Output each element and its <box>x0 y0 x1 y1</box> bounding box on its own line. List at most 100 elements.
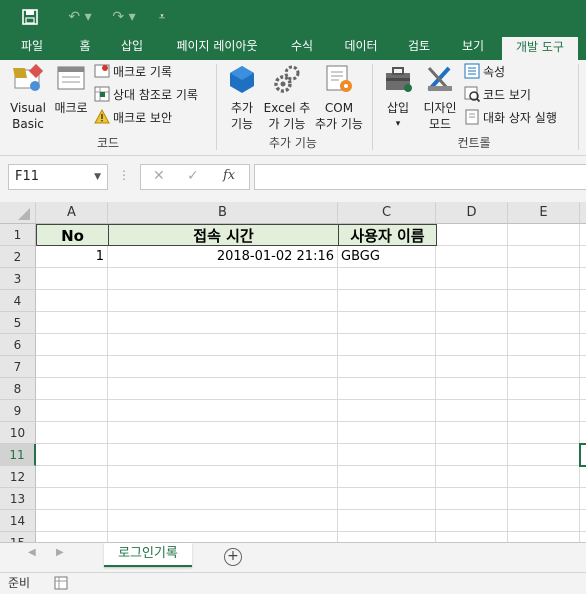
grid-cell[interactable] <box>436 422 508 444</box>
grid-cell[interactable] <box>508 224 580 246</box>
grid-cell[interactable] <box>580 400 586 422</box>
grid-cell[interactable] <box>508 356 580 378</box>
grid-cell[interactable] <box>108 444 338 466</box>
grid-cell[interactable] <box>338 422 436 444</box>
design-mode-button[interactable]: 디자인 모드 <box>420 64 460 134</box>
row-header-14[interactable]: 14 <box>0 510 36 532</box>
selected-cell-f11[interactable] <box>579 443 586 467</box>
cell-a2[interactable]: 1 <box>36 246 108 268</box>
grid-cell[interactable] <box>338 290 436 312</box>
cell-b1[interactable]: 접속 시간 <box>108 224 339 246</box>
grid-cell[interactable] <box>36 488 108 510</box>
addins-button[interactable]: 추가 기능 <box>222 64 262 134</box>
grid-cell[interactable] <box>436 334 508 356</box>
run-dialog-button[interactable]: 대화 상자 실행 <box>464 108 557 128</box>
tab-file[interactable]: 파일 <box>10 34 54 60</box>
row-header-8[interactable]: 8 <box>0 378 36 400</box>
tab-home[interactable]: 홈 <box>68 34 102 60</box>
grid-cell[interactable] <box>36 378 108 400</box>
grid-cell[interactable] <box>508 510 580 532</box>
row-header-3[interactable]: 3 <box>0 268 36 290</box>
grid-cell[interactable] <box>108 334 338 356</box>
grid-cell[interactable] <box>436 312 508 334</box>
grid-cell[interactable] <box>36 356 108 378</box>
row-header-1[interactable]: 1 <box>0 224 36 246</box>
grid-cell[interactable] <box>436 532 508 542</box>
grid-cell[interactable] <box>508 312 580 334</box>
grid-cell[interactable] <box>108 378 338 400</box>
cell-b2[interactable]: 2018-01-02 21:16 <box>108 246 338 268</box>
grid-cell[interactable] <box>508 444 580 466</box>
grid-cell[interactable] <box>508 466 580 488</box>
row-header-13[interactable]: 13 <box>0 488 36 510</box>
grid-cell[interactable] <box>436 268 508 290</box>
formula-input[interactable] <box>254 164 586 190</box>
grid-cell[interactable] <box>36 312 108 334</box>
cancel-icon[interactable]: ✕ <box>153 168 165 184</box>
visual-basic-button[interactable]: Visual Basic <box>8 63 48 134</box>
row-header-9[interactable]: 9 <box>0 400 36 422</box>
grid-cell[interactable] <box>508 532 580 542</box>
grid-cell[interactable] <box>508 400 580 422</box>
select-all-corner[interactable] <box>0 202 36 224</box>
grid-cell[interactable] <box>436 488 508 510</box>
grid-cell[interactable] <box>580 466 586 488</box>
grid-cell[interactable] <box>436 466 508 488</box>
grid-cell[interactable] <box>436 510 508 532</box>
grid-cell[interactable] <box>36 268 108 290</box>
column-header-a[interactable]: A <box>36 202 108 224</box>
tab-review[interactable]: 검토 <box>396 34 442 60</box>
grid-cell[interactable] <box>338 532 436 542</box>
grid-cell[interactable] <box>36 400 108 422</box>
grid-cell[interactable] <box>108 312 338 334</box>
chevron-down-icon[interactable]: ▼ <box>94 165 101 189</box>
row-header-6[interactable]: 6 <box>0 334 36 356</box>
tab-view[interactable]: 보기 <box>450 34 496 60</box>
tab-page-layout[interactable]: 페이지 레이아웃 <box>164 34 270 60</box>
grid-cell[interactable] <box>36 334 108 356</box>
tab-insert[interactable]: 삽입 <box>110 34 154 60</box>
grid-cell[interactable] <box>338 400 436 422</box>
grid-cell[interactable] <box>108 532 338 542</box>
grid-cell[interactable] <box>108 400 338 422</box>
row-header-2[interactable]: 2 <box>0 246 36 268</box>
grid-cell[interactable] <box>108 488 338 510</box>
save-icon[interactable] <box>18 5 42 29</box>
macro-record-status-icon[interactable] <box>54 576 68 594</box>
grid-cell[interactable] <box>580 224 586 246</box>
customize-qat-icon[interactable]: ⩡ <box>152 5 172 29</box>
row-header-10[interactable]: 10 <box>0 422 36 444</box>
insert-function-icon[interactable]: fx <box>223 168 235 183</box>
column-header-d[interactable]: D <box>436 202 508 224</box>
tab-developer[interactable]: 개발 도구 <box>502 37 578 60</box>
grid-cell[interactable] <box>36 532 108 542</box>
grid-cell[interactable] <box>580 378 586 400</box>
name-box[interactable]: F11 ▼ <box>8 164 108 190</box>
grid-cell[interactable] <box>436 378 508 400</box>
redo-icon[interactable]: ↷ ▾ <box>106 5 142 29</box>
insert-control-button[interactable]: 삽입 ▾ <box>378 64 418 134</box>
sheet-tab-login-log[interactable]: 로그인기록 <box>104 543 192 567</box>
grid-cell[interactable] <box>338 334 436 356</box>
grid-cell[interactable] <box>508 422 580 444</box>
grid-cell[interactable] <box>338 510 436 532</box>
relative-reference-button[interactable]: 상대 참조로 기록 <box>94 85 198 105</box>
grid-cell[interactable] <box>36 466 108 488</box>
row-header-11[interactable]: 11 <box>0 444 36 466</box>
column-header-b[interactable]: B <box>108 202 338 224</box>
tab-formulas[interactable]: 수식 <box>280 34 324 60</box>
row-header-12[interactable]: 12 <box>0 466 36 488</box>
grid-cell[interactable] <box>508 290 580 312</box>
record-macro-button[interactable]: 매크로 기록 <box>94 62 172 82</box>
column-header-f[interactable] <box>580 202 586 224</box>
grid-cell[interactable] <box>580 532 586 542</box>
column-header-e[interactable]: E <box>508 202 580 224</box>
cell-a1[interactable]: No <box>36 224 109 246</box>
scroll-left-icon[interactable]: ◀ <box>28 547 36 558</box>
grid-cell[interactable] <box>580 268 586 290</box>
row-header-15[interactable]: 15 <box>0 532 36 542</box>
grid-cell[interactable] <box>580 312 586 334</box>
view-code-button[interactable]: 코드 보기 <box>464 85 531 105</box>
grid-cell[interactable] <box>508 378 580 400</box>
row-header-7[interactable]: 7 <box>0 356 36 378</box>
